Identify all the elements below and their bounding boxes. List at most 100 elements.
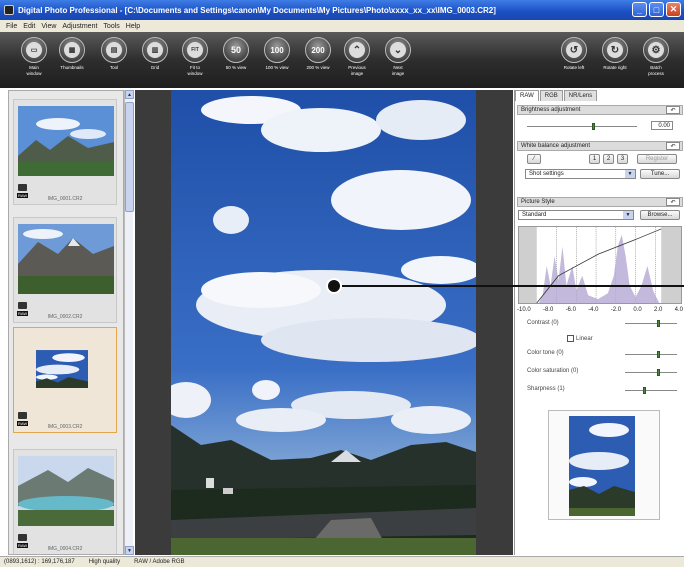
thumbnail-item[interactable]: RAW IMG_0004.CR2	[13, 449, 117, 554]
picture-style-section-header: Picture Style ↶	[517, 197, 683, 207]
app-icon	[4, 5, 14, 15]
batch-process-icon: ⚙	[643, 37, 669, 63]
title-bar: Digital Photo Professional - [C:\Documen…	[0, 0, 684, 20]
thumbnails-icon: ▦	[59, 37, 85, 63]
reset-icon[interactable]: ↶	[666, 142, 680, 150]
brightness-section-header: Brightness adjustment ↶	[517, 105, 683, 115]
linear-checkbox-box[interactable]	[567, 335, 574, 342]
wb-preset-1-button[interactable]: 1	[589, 154, 600, 164]
rotate-left-button[interactable]: ↺ Rotate left	[554, 37, 594, 71]
pixel-readout: (0893,1612) : 169,176,187	[4, 559, 75, 565]
thumbnail-image	[18, 106, 114, 176]
brightness-slider[interactable]	[527, 123, 637, 130]
window-title: Digital Photo Professional - [C:\Documen…	[18, 5, 496, 15]
tool-icon: ▤	[101, 37, 127, 63]
previous-image-icon: ⌃	[344, 37, 370, 63]
menu-tools[interactable]: Tools	[103, 23, 119, 30]
maximize-button[interactable]: □	[649, 2, 664, 17]
camera-icon	[18, 184, 27, 191]
thumbnail-filename: IMG_0002.CR2	[47, 314, 83, 320]
thumbnail-item[interactable]: RAW IMG_0001.CR2	[13, 99, 117, 205]
chevron-down-icon: ▼	[625, 170, 635, 178]
next-image-icon: ⌄	[385, 37, 411, 63]
next-image-button[interactable]: ⌄ Next image	[378, 37, 418, 77]
callout-line	[342, 285, 684, 287]
thumbnail-item[interactable]: RAW IMG_0002.CR2	[13, 217, 117, 323]
scroll-up-icon[interactable]: ▲	[125, 90, 134, 99]
scrollbar-thumb[interactable]	[125, 102, 134, 212]
sharpness-slider[interactable]	[625, 387, 677, 394]
wb-preset-3-button[interactable]: 3	[617, 154, 628, 164]
zoom-100-button[interactable]: 100 100 % view	[257, 37, 297, 71]
menu-bar: File Edit View Adjustment Tools Help	[0, 20, 684, 32]
color-saturation-slider[interactable]	[625, 369, 677, 376]
chevron-down-icon: ▼	[623, 211, 633, 219]
menu-adjustment[interactable]: Adjustment	[62, 23, 97, 30]
zoom-200-icon: 200	[305, 37, 331, 63]
rotate-right-icon: ↻	[602, 37, 628, 63]
color-tone-slider[interactable]	[625, 351, 677, 358]
image-view-area	[135, 90, 513, 555]
histogram[interactable]	[518, 226, 682, 304]
zoom-200-button[interactable]: 200 200 % view	[298, 37, 338, 71]
batch-process-button[interactable]: ⚙ Batch process	[636, 37, 676, 77]
color-tone-label: Color tone (0)	[527, 350, 564, 356]
close-button[interactable]: ✕	[666, 2, 681, 17]
thumbnail-item-selected[interactable]: RAW IMG_0003.CR2	[13, 327, 117, 433]
thumbnail-image	[18, 456, 114, 526]
menu-help[interactable]: Help	[126, 23, 140, 30]
camera-icon	[18, 302, 27, 309]
white-balance-section-header: White balance adjustment ↶	[517, 141, 683, 151]
status-bar: (0893,1612) : 169,176,187 High quality R…	[0, 556, 684, 567]
main-image[interactable]	[171, 90, 476, 555]
fit-to-window-button[interactable]: FIT Fit to window	[175, 37, 215, 77]
menu-file[interactable]: File	[6, 23, 17, 30]
toolbar: ▭ Main window ▦ Thumbnails ▤ Tool ▥ Grid…	[0, 32, 684, 88]
white-balance-dropdown[interactable]: Shot settings ▼	[525, 169, 636, 179]
palette-tabs: RAW RGB NR/Lens	[515, 90, 598, 101]
brightness-value[interactable]: 0.00	[651, 121, 673, 130]
thumbnail-filename: IMG_0001.CR2	[47, 196, 83, 202]
wb-preset-2-button[interactable]: 2	[603, 154, 614, 164]
quality-status: High quality	[88, 559, 121, 565]
rotate-left-icon: ↺	[561, 37, 587, 63]
thumbnails-button[interactable]: ▦ Thumbnails	[52, 37, 92, 71]
picture-style-dropdown[interactable]: Standard ▼	[518, 210, 634, 220]
browse-button[interactable]: Browse...	[640, 210, 680, 220]
eyedropper-button[interactable]: ⁄	[527, 154, 541, 164]
thumbnail-filename: IMG_0004.CR2	[47, 546, 83, 552]
tab-raw[interactable]: RAW	[515, 90, 539, 101]
tool-button[interactable]: ▤ Tool	[94, 37, 134, 71]
contrast-slider[interactable]	[625, 320, 677, 327]
zoom-50-button[interactable]: 50 50 % view	[216, 37, 256, 71]
navigator-preview[interactable]	[548, 410, 660, 520]
rotate-right-button[interactable]: ↻ Rotate right	[595, 37, 635, 71]
fit-to-window-icon: FIT	[182, 37, 208, 63]
main-window-icon: ▭	[21, 37, 47, 63]
main-window-button[interactable]: ▭ Main window	[14, 37, 54, 77]
minimize-button[interactable]: _	[632, 2, 647, 17]
tab-rgb[interactable]: RGB	[539, 90, 563, 101]
callout-marker	[326, 278, 342, 294]
linear-checkbox[interactable]: Linear	[567, 335, 593, 342]
color-saturation-label: Color saturation (0)	[527, 368, 579, 374]
thumbnail-image	[36, 350, 88, 388]
thumbnail-filename: IMG_0003.CR2	[47, 424, 83, 430]
color-profile-status: RAW / Adobe RGB	[134, 559, 185, 565]
previous-image-button[interactable]: ⌃ Previous image	[337, 37, 377, 77]
reset-icon[interactable]: ↶	[666, 198, 680, 206]
grid-button[interactable]: ▥ Grid	[135, 37, 175, 71]
contrast-label: Contrast (0)	[527, 320, 559, 326]
menu-view[interactable]: View	[41, 23, 56, 30]
reset-icon[interactable]: ↶	[666, 106, 680, 114]
camera-icon	[18, 534, 27, 541]
menu-edit[interactable]: Edit	[23, 23, 35, 30]
zoom-50-icon: 50	[223, 37, 249, 63]
thumbnail-scrollbar[interactable]: ▲ ▼	[124, 90, 134, 555]
navigator-image	[569, 416, 635, 516]
tune-button[interactable]: Tune...	[640, 169, 680, 179]
window-controls: _ □ ✕	[632, 2, 681, 17]
scroll-down-icon[interactable]: ▼	[125, 546, 134, 555]
register-button[interactable]: Register	[637, 154, 677, 164]
tab-nr-lens[interactable]: NR/Lens	[563, 90, 598, 101]
